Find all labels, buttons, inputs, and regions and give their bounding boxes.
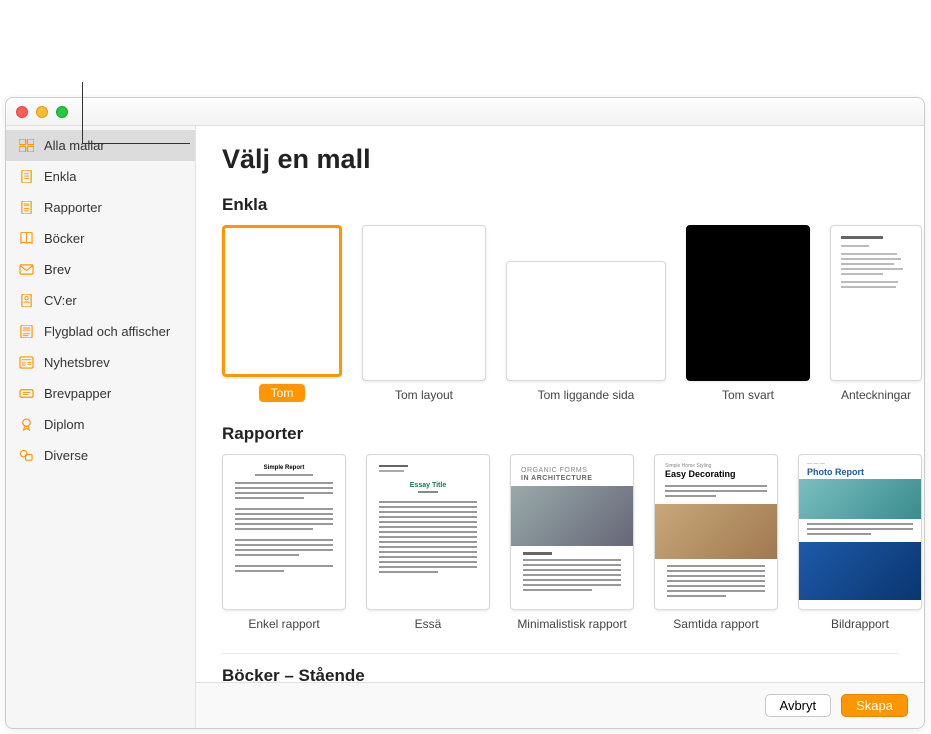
shapes-icon [18, 449, 34, 463]
template-thumb [506, 261, 666, 381]
template-thumb [362, 225, 486, 381]
sidebar-item-books[interactable]: Böcker [6, 223, 195, 254]
create-button[interactable]: Skapa [841, 694, 908, 717]
book-icon [18, 232, 34, 246]
template-label: Essä [415, 617, 442, 631]
sidebar-item-certificates[interactable]: Diplom [6, 409, 195, 440]
template-thumb [830, 225, 922, 381]
template-row-rapporter: Simple Report Simple Report [222, 454, 924, 631]
template-contemporary-report[interactable]: Simple Home Styling Easy Decorating [654, 454, 778, 631]
sidebar-item-letters[interactable]: Brev [6, 254, 195, 285]
report-icon [18, 201, 34, 215]
template-label: Enkel rapport [248, 617, 319, 631]
template-notes[interactable]: Anteckningar [830, 225, 922, 402]
newspaper-icon [18, 356, 34, 370]
sidebar-item-reports[interactable]: Rapporter [6, 192, 195, 223]
sidebar-item-stationery[interactable]: Brevpapper [6, 378, 195, 409]
main-content: Välj en mall Enkla Tom Tom layout Tom li… [196, 126, 924, 728]
template-label: Samtida rapport [673, 617, 758, 631]
document-icon [18, 170, 34, 184]
section-title-enkla: Enkla [222, 195, 924, 215]
template-label: Tom svart [722, 388, 774, 402]
section-books: Böcker – Stående Innehållet kan flödas o… [222, 653, 898, 682]
sidebar-item-label: Diverse [44, 448, 88, 463]
section-title-rapporter: Rapporter [222, 424, 924, 444]
template-label: Tom layout [395, 388, 453, 402]
template-thumb: Simple Home Styling Easy Decorating [654, 454, 778, 610]
template-blank-layout[interactable]: Tom layout [362, 225, 486, 402]
sidebar-item-label: Nyhetsbrev [44, 355, 110, 370]
sidebar-item-misc[interactable]: Diverse [6, 440, 195, 471]
template-thumb [222, 225, 342, 377]
sidebar-item-label: Flygblad och affischer [44, 324, 170, 339]
sidebar-item-flyers[interactable]: Flygblad och affischer [6, 316, 195, 347]
sidebar-item-basic[interactable]: Enkla [6, 161, 195, 192]
sidebar-item-resumes[interactable]: CV:er [6, 285, 195, 316]
template-blank[interactable]: Tom [222, 225, 342, 402]
template-photo-report[interactable]: — — — Photo Report Bildrapport [798, 454, 922, 631]
sidebar-item-label: Brev [44, 262, 71, 277]
sidebar-item-label: CV:er [44, 293, 77, 308]
sidebar-item-label: Diplom [44, 417, 84, 432]
person-icon [18, 294, 34, 308]
template-simple-report[interactable]: Simple Report Simple Report [222, 454, 346, 631]
template-essay[interactable]: Essay Title Essä [366, 454, 490, 631]
template-label: Tom [259, 384, 306, 402]
template-label: Tom liggande sida [538, 388, 635, 402]
template-minimal-report[interactable]: ORGANIC FORMS IN ARCHITECTURE Minimalist… [510, 454, 634, 631]
card-icon [18, 387, 34, 401]
template-thumb: — — — Photo Report [798, 454, 922, 610]
template-thumb: Essay Title [366, 454, 490, 610]
template-thumb [686, 225, 810, 381]
template-row-enkla: Tom Tom layout Tom liggande sida Tom sva… [222, 225, 924, 402]
template-thumb: Simple Report Simple Report [222, 454, 346, 610]
grid-icon [18, 139, 34, 153]
window-close-button[interactable] [16, 106, 28, 118]
template-label: Bildrapport [831, 617, 889, 631]
envelope-icon [18, 263, 34, 277]
template-chooser-window: Alla mallar Enkla Rapporter Böcker [5, 97, 925, 729]
sidebar-item-label: Brevpapper [44, 386, 111, 401]
window-zoom-button[interactable] [56, 106, 68, 118]
template-blank-landscape[interactable]: Tom liggande sida [506, 225, 666, 402]
template-label: Anteckningar [841, 388, 911, 402]
window-body: Alla mallar Enkla Rapporter Böcker [6, 126, 924, 728]
main-scroll-area[interactable]: Välj en mall Enkla Tom Tom layout Tom li… [196, 126, 924, 682]
poster-icon [18, 325, 34, 339]
sidebar-item-label: Rapporter [44, 200, 102, 215]
rosette-icon [18, 418, 34, 432]
annotation-callout-line [82, 82, 190, 144]
page-title: Välj en mall [222, 144, 924, 175]
template-blank-black[interactable]: Tom svart [686, 225, 810, 402]
section-title-books: Böcker – Stående [222, 666, 898, 682]
footer: Avbryt Skapa [196, 682, 924, 728]
template-thumb: ORGANIC FORMS IN ARCHITECTURE [510, 454, 634, 610]
cancel-button[interactable]: Avbryt [765, 694, 832, 717]
sidebar: Alla mallar Enkla Rapporter Böcker [6, 126, 196, 728]
window-minimize-button[interactable] [36, 106, 48, 118]
sidebar-item-label: Enkla [44, 169, 77, 184]
sidebar-item-newsletters[interactable]: Nyhetsbrev [6, 347, 195, 378]
template-label: Minimalistisk rapport [517, 617, 626, 631]
sidebar-item-label: Böcker [44, 231, 84, 246]
